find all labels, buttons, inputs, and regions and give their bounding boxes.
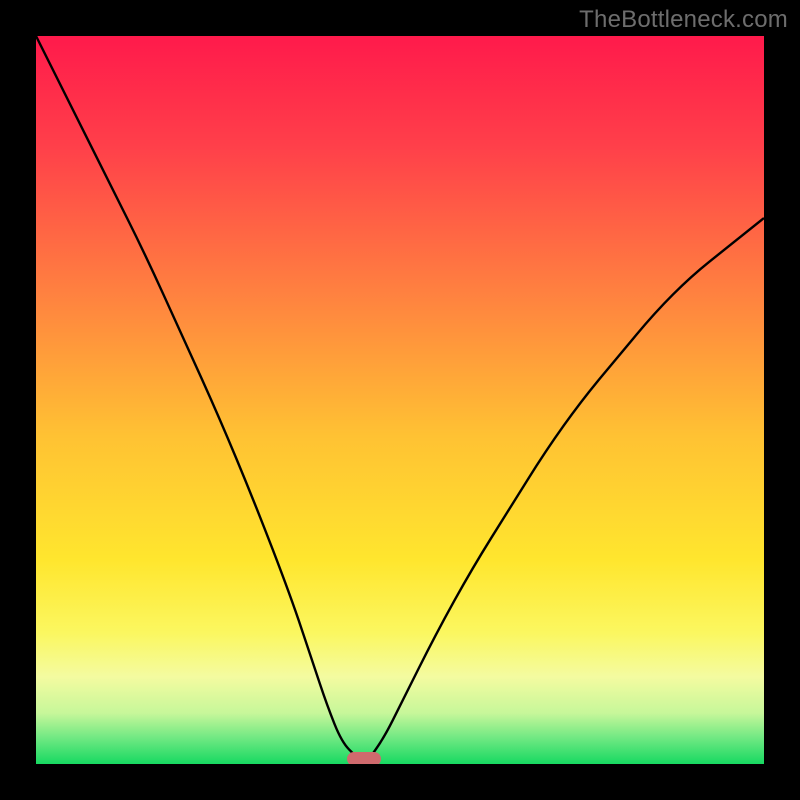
watermark-text: TheBottleneck.com [579,6,788,34]
chart-frame: TheBottleneck.com [0,0,800,800]
plot-area [36,36,764,764]
bottleneck-curve [36,36,764,764]
optimal-marker [347,752,381,764]
